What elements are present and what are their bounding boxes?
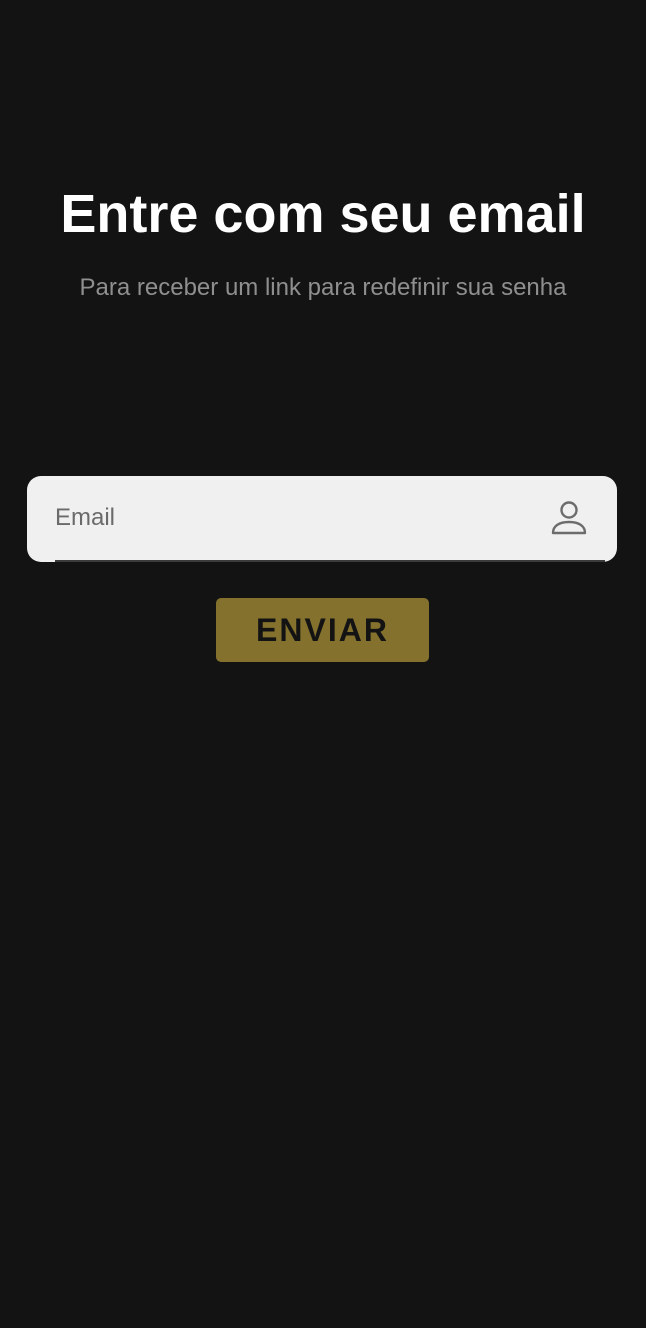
- email-field[interactable]: [55, 476, 535, 560]
- email-field-container[interactable]: [27, 476, 617, 562]
- page-subtitle: Para receber um link para redefinir sua …: [79, 274, 567, 301]
- send-button[interactable]: ENVIAR: [216, 598, 429, 662]
- email-field-underline: [55, 560, 605, 562]
- page-title: Entre com seu email: [60, 184, 586, 244]
- user-icon: [549, 498, 589, 538]
